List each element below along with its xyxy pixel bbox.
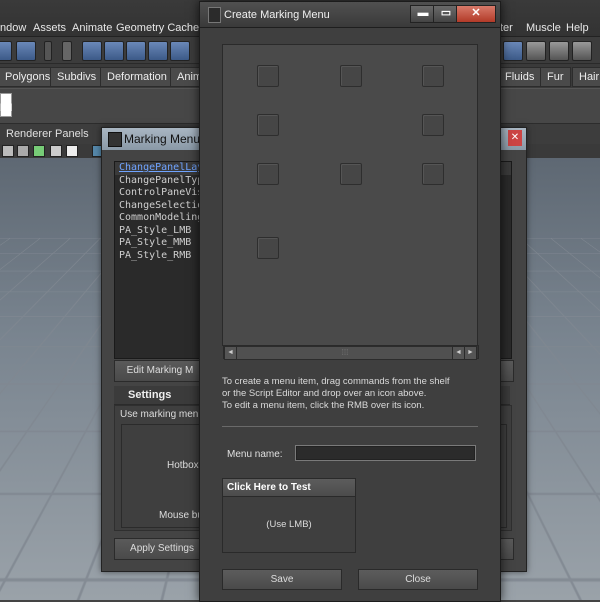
menu-assets[interactable]: Assets bbox=[33, 22, 66, 34]
menu-muscle[interactable]: Muscle bbox=[526, 22, 561, 34]
snap-point-icon[interactable] bbox=[148, 41, 168, 61]
menu-name-label: Menu name: bbox=[227, 449, 283, 460]
render-icon[interactable] bbox=[503, 41, 523, 61]
shelf-tab-fur[interactable]: Fur bbox=[540, 67, 571, 87]
shelf-tab-deformation[interactable]: Deformation bbox=[100, 67, 174, 87]
shaded-icon[interactable] bbox=[17, 145, 29, 157]
settings-label: Settings bbox=[128, 389, 172, 401]
test-hint: (Use LMB) bbox=[266, 519, 312, 530]
move-icon[interactable] bbox=[82, 41, 102, 61]
menu-name-input[interactable] bbox=[295, 445, 476, 461]
close-button[interactable]: Close bbox=[358, 569, 478, 590]
hypershade-icon[interactable] bbox=[572, 41, 592, 61]
collapse-icon[interactable] bbox=[62, 41, 72, 61]
menu-animate[interactable]: Animate bbox=[72, 22, 112, 34]
menu-slot-overflow[interactable] bbox=[257, 237, 279, 259]
scroll-right-icon[interactable]: ► bbox=[464, 346, 477, 360]
menu-slot-west[interactable] bbox=[257, 114, 279, 136]
hotbox-label: Hotbox bbox=[167, 460, 199, 471]
menu-slot-northeast[interactable] bbox=[422, 65, 444, 87]
divider bbox=[222, 426, 478, 427]
test-area[interactable]: Click Here to Test (Use LMB) bbox=[222, 478, 356, 553]
dialog-title: Create Marking Menu bbox=[224, 9, 330, 21]
horizontal-scrollbar[interactable]: ◄ ⁞⁞⁞ ◄ ► bbox=[223, 345, 479, 360]
snap-curve-icon[interactable] bbox=[126, 41, 146, 61]
edit-marking-menu-button[interactable]: Edit Marking M bbox=[114, 360, 206, 382]
dialog-titlebar[interactable]: Create Marking Menu ▬ ▭ ✕ bbox=[200, 2, 500, 28]
menu-help[interactable]: Help bbox=[566, 22, 589, 34]
close-icon[interactable]: ✕ bbox=[508, 130, 522, 146]
maya-app-icon bbox=[208, 7, 221, 23]
test-header-label: Click Here to Test bbox=[227, 482, 311, 493]
texture-icon[interactable] bbox=[33, 145, 45, 157]
menu-filter[interactable]: ter bbox=[500, 22, 513, 34]
shelf-tab-polygons[interactable]: Polygons bbox=[0, 67, 58, 87]
lighting-icon[interactable] bbox=[50, 145, 62, 157]
menu-slot-east[interactable] bbox=[422, 114, 444, 136]
shelf-tab-fluids[interactable]: Fluids bbox=[498, 67, 542, 87]
test-header[interactable]: Click Here to Test bbox=[223, 479, 355, 497]
shelf-item-label: hd bbox=[0, 103, 13, 114]
menu-window[interactable]: ndow bbox=[0, 22, 26, 34]
snap-icon[interactable] bbox=[104, 41, 124, 61]
panel-menu-renderer[interactable]: Renderer bbox=[6, 128, 52, 140]
menu-slot-south[interactable] bbox=[340, 163, 362, 185]
marking-menu-editor: ◄ ⁞⁞⁞ ◄ ► bbox=[222, 44, 479, 360]
select-icon[interactable] bbox=[16, 41, 36, 61]
tool-icon[interactable] bbox=[0, 41, 12, 61]
text-icon[interactable] bbox=[66, 145, 78, 157]
panel-menu-panels[interactable]: Panels bbox=[55, 128, 89, 140]
instructions-text: To create a menu item, drag commands fro… bbox=[222, 376, 482, 412]
menu-slot-southeast[interactable] bbox=[422, 163, 444, 185]
snap-view-icon[interactable] bbox=[170, 41, 190, 61]
maya-app-icon bbox=[108, 132, 122, 147]
apply-settings-button[interactable]: Apply Settings bbox=[114, 538, 210, 560]
instruction-line: To edit a menu item, click the RMB over … bbox=[222, 400, 425, 411]
menu-slot-southwest[interactable] bbox=[257, 163, 279, 185]
shelf-tab-subdivs[interactable]: Subdivs bbox=[50, 67, 104, 87]
ipr-icon[interactable] bbox=[526, 41, 546, 61]
render-settings-icon[interactable] bbox=[549, 41, 569, 61]
separator-icon bbox=[44, 41, 52, 61]
menu-geometry-cache[interactable]: Geometry Cache bbox=[116, 22, 199, 34]
save-button[interactable]: Save bbox=[222, 569, 342, 590]
instruction-line: or the Script Editor and drop over an ic… bbox=[222, 388, 427, 399]
marking-menus-title: Marking Menus bbox=[124, 132, 207, 146]
shelf-tab-hair[interactable]: Hair bbox=[572, 67, 600, 87]
scroll-thumb[interactable]: ⁞⁞⁞ bbox=[236, 346, 454, 360]
wireframe-icon[interactable] bbox=[2, 145, 14, 157]
close-icon[interactable]: ✕ bbox=[456, 5, 496, 23]
instruction-line: To create a menu item, drag commands fro… bbox=[222, 376, 450, 387]
menu-slot-northwest[interactable] bbox=[257, 65, 279, 87]
create-marking-menu-dialog: Create Marking Menu ▬ ▭ ✕ ◄ ⁞⁞⁞ ◄ ► To c… bbox=[199, 1, 501, 602]
menu-slot-north[interactable] bbox=[340, 65, 362, 87]
